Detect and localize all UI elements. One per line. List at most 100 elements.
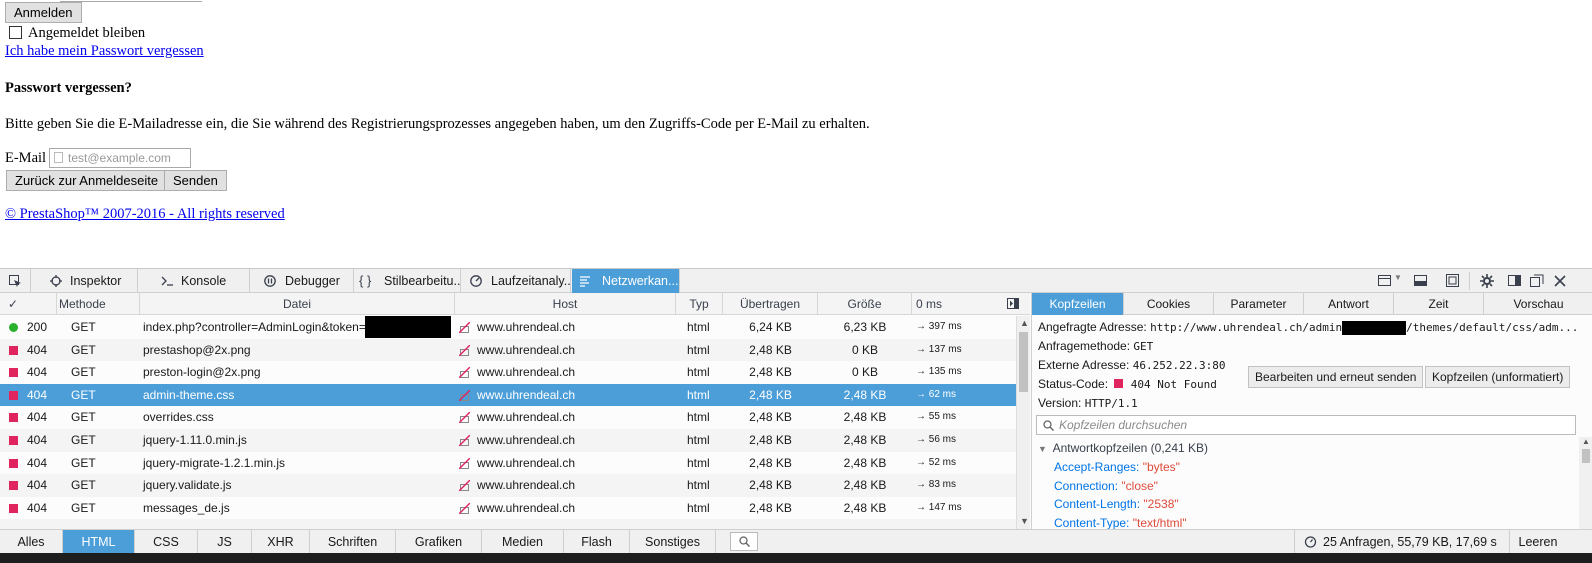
request-type: html: [687, 433, 710, 447]
request-row[interactable]: 404 GET admin-theme.css www.uhrendeal.ch htm…: [0, 383, 1016, 407]
size-column-header[interactable]: Größe: [818, 293, 912, 315]
method-column-header[interactable]: Methode: [57, 293, 140, 315]
email-input[interactable]: test@example.com: [49, 148, 191, 168]
status-code: 404: [27, 455, 48, 470]
style-editor-icon: { }: [359, 273, 372, 288]
devtools-panel: Inspektor Konsole Debugger { } Stilbearb…: [0, 268, 1592, 563]
header-name: Content-Type:: [1054, 516, 1130, 531]
insecure-lock-icon: [459, 389, 470, 401]
filter-js[interactable]: JS: [198, 530, 252, 554]
request-row[interactable]: 404 GET overrides.css www.uhrendeal.ch html 2…: [0, 406, 1016, 429]
tab-console[interactable]: Konsole: [138, 269, 250, 293]
request-url-value: http://www.uhrendeal.ch/admin: [1150, 321, 1343, 334]
request-file: jquery-migrate-1.2.1.min.js: [143, 455, 286, 470]
pick-element-icon: [9, 275, 21, 287]
email-label: E-Mail: [5, 150, 47, 166]
stopwatch-icon[interactable]: [1304, 535, 1317, 548]
tab-headers[interactable]: Kopfzeilen: [1032, 293, 1124, 315]
version-value: HTTP/1.1: [1084, 397, 1138, 410]
clear-button[interactable]: Leeren: [1509, 530, 1566, 554]
request-row[interactable]: 404 GET jquery-migrate-1.2.1.min.js www.uhr…: [0, 452, 1016, 475]
raw-headers-button[interactable]: Kopfzeilen (unformatiert): [1425, 366, 1571, 388]
host-column-header[interactable]: Host: [455, 293, 676, 315]
filter-grafiken[interactable]: Grafiken: [396, 530, 482, 554]
filter-flash[interactable]: Flash: [564, 530, 630, 554]
toggle-sidebar-icon[interactable]: [1007, 298, 1019, 309]
responsive-view-icon[interactable]: [1378, 274, 1392, 288]
tab-inspector[interactable]: Inspektor: [31, 269, 138, 293]
tab-timings[interactable]: Zeit: [1394, 293, 1484, 315]
split-console-icon[interactable]: [1414, 274, 1428, 288]
filter-alles[interactable]: Alles: [0, 530, 63, 554]
status-column-header[interactable]: ✓: [0, 293, 57, 315]
filter-xhr[interactable]: XHR: [252, 530, 310, 554]
request-row[interactable]: 404 GET prestashop@2x.png www.uhrendeal.ch h…: [0, 338, 1016, 362]
file-column-header[interactable]: Datei: [140, 293, 455, 315]
login-button[interactable]: Anmelden: [5, 2, 82, 23]
filter-html[interactable]: HTML: [63, 530, 135, 554]
request-time: → 137 ms: [916, 343, 962, 355]
request-size: 2,48 KB: [843, 478, 887, 493]
remember-checkbox[interactable]: [9, 26, 22, 39]
scratchpad-icon[interactable]: [1446, 274, 1460, 288]
tab-params[interactable]: Parameter: [1214, 293, 1304, 315]
request-row-partial[interactable]: [0, 519, 1016, 529]
tab-performance[interactable]: Laufzeitanaly...: [461, 269, 571, 293]
request-url-row: Angefragte Adresse: http://www.uhrendeal…: [1038, 320, 1578, 335]
scrollbar-thumb[interactable]: [1582, 449, 1590, 463]
transferred-column-header[interactable]: Übertragen: [723, 293, 818, 315]
dropdown-arrow-icon[interactable]: ▼: [1394, 273, 1402, 282]
tab-debugger[interactable]: Debugger: [250, 269, 354, 293]
scroll-up-icon[interactable]: ▲: [1582, 437, 1590, 446]
send-button[interactable]: Senden: [164, 170, 227, 191]
request-list: 200 GET index.php?controller=AdminLogin&to…: [0, 316, 1016, 529]
headers-filter-input[interactable]: Kopfzeilen durchsuchen: [1036, 415, 1576, 435]
request-method: GET: [71, 342, 96, 357]
request-row[interactable]: 404 GET jquery.validate.js www.uhrendeal.ch…: [0, 474, 1016, 497]
tab-response[interactable]: Antwort: [1304, 293, 1394, 315]
scroll-up-icon[interactable]: ▲: [1020, 318, 1029, 328]
forgot-password-link[interactable]: Ich habe mein Passwort vergessen: [5, 43, 204, 60]
request-row[interactable]: 404 GET messages_de.js www.uhrendeal.ch html…: [0, 497, 1016, 520]
tab-preview[interactable]: Vorschau: [1484, 293, 1592, 315]
filter-toolbar: Alles HTML CSS JS XHR Schriften Grafiken Medien…: [0, 529, 1592, 554]
status-code-label: Status-Code:: [1038, 377, 1109, 391]
tab-cookies[interactable]: Cookies: [1124, 293, 1214, 315]
back-to-login-button[interactable]: Zurück zur Anmeldeseite: [6, 170, 168, 191]
pick-element-button[interactable]: [0, 269, 31, 293]
filter-sonstiges[interactable]: Sonstiges: [630, 530, 716, 554]
tab-network[interactable]: Netzwerkan...: [572, 269, 680, 293]
details-scrollbar[interactable]: ▲: [1579, 437, 1592, 529]
method-row: Anfragemethode: GET: [1038, 339, 1153, 353]
insecure-lock-icon: [459, 457, 470, 469]
separate-window-icon[interactable]: [1530, 274, 1544, 288]
response-headers-toggle[interactable]: ▼ Antwortkopfzeilen (0,241 KB): [1038, 441, 1208, 455]
filter-schriften[interactable]: Schriften: [310, 530, 396, 554]
filter-search-input[interactable]: [730, 532, 758, 551]
request-row[interactable]: 404 GET jquery-1.11.0.min.js www.uhrendeal.…: [0, 429, 1016, 452]
request-method: GET: [71, 455, 96, 470]
header-name: Content-Length:: [1054, 497, 1141, 512]
request-row[interactable]: 404 GET preston-login@2x.png www.uhrendeal.…: [0, 361, 1016, 384]
request-row[interactable]: 200 GET index.php?controller=AdminLogin&to…: [0, 316, 1016, 339]
footer-copyright-link[interactable]: © PrestaShop™ 2007-2016 - All rights res…: [5, 206, 285, 223]
remote-address-value: 46.252.22.3:80: [1132, 359, 1226, 372]
tab-style-editor[interactable]: { } Stilbearbeitu...: [354, 269, 461, 293]
filter-medien[interactable]: Medien: [482, 530, 564, 554]
gear-icon[interactable]: [1480, 274, 1494, 288]
performance-icon: [470, 275, 482, 287]
status-dot-icon: [9, 323, 18, 332]
scroll-down-icon[interactable]: ▼: [1020, 516, 1029, 526]
waterfall-column-header[interactable]: 0 ms: [912, 293, 1002, 315]
scrollbar-thumb[interactable]: [1019, 332, 1028, 392]
type-column-header[interactable]: Typ: [676, 293, 723, 315]
insecure-lock-icon: [459, 435, 470, 446]
filter-css[interactable]: CSS: [135, 530, 198, 554]
close-icon[interactable]: [1553, 274, 1567, 288]
remote-address-row: Externe Adresse: 46.252.22.3:80: [1038, 358, 1225, 372]
request-size: 2,48 KB: [843, 500, 887, 515]
edit-and-resend-button[interactable]: Bearbeiten und erneut senden: [1248, 366, 1424, 388]
request-url-label: Angefragte Adresse:: [1038, 320, 1147, 334]
request-list-scrollbar[interactable]: ▲ ▼: [1016, 316, 1030, 529]
dock-side-icon[interactable]: [1508, 274, 1522, 288]
